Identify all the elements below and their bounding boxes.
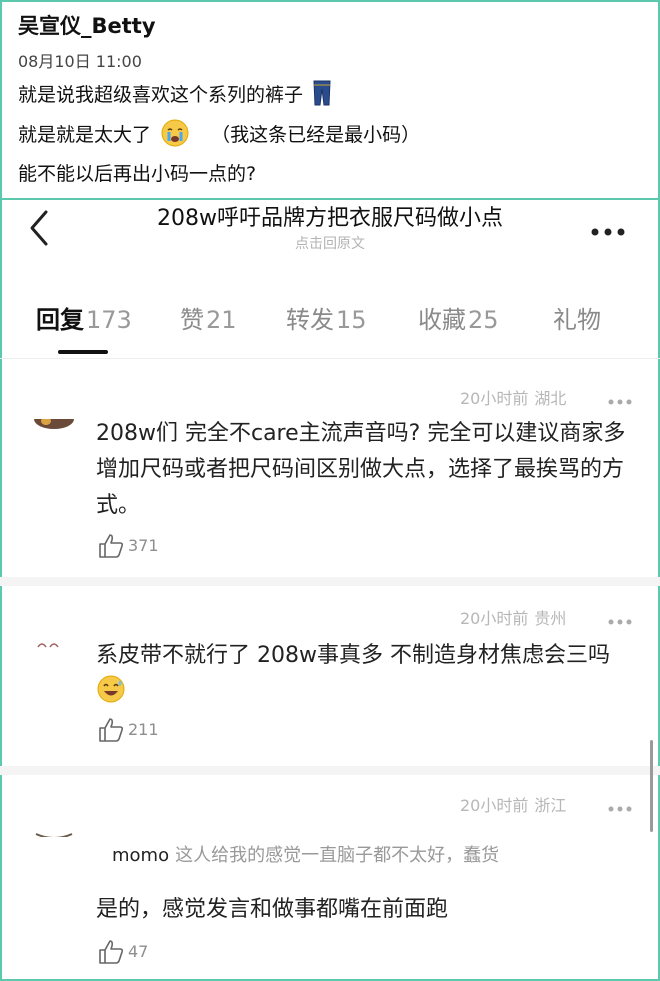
like-button[interactable]: 371 bbox=[98, 533, 178, 559]
quoted-reply[interactable]: momo 这人给我的感觉一直脑子都不太好，蠢货 bbox=[112, 841, 499, 867]
tab-likes-count: 21 bbox=[206, 306, 237, 334]
tab-reposts[interactable]: 转发15 bbox=[286, 300, 367, 335]
comment-item: 20小时前 浙江 momo 这人给我的感觉一直脑子都不太好，蠢货 是的，感觉发言和做… bbox=[0, 775, 660, 981]
tab-bar: 回复173 赞21 转发15 收藏25 礼物 bbox=[0, 300, 660, 340]
tab-replies[interactable]: 回复173 bbox=[36, 300, 132, 335]
post-username[interactable]: 吴宣仪_Betty bbox=[18, 10, 156, 40]
comment-item: 20小时前 湖北 208w们 完全不care主流声音吗? 完全可以建议商家多增加尺… bbox=[0, 360, 660, 575]
post-line-2: 就是就是太大了 （我这条已经是最小码） bbox=[18, 119, 420, 152]
comment-text: 是的，感觉发言和做事都嘴在前面跑 bbox=[96, 897, 449, 922]
tab-gifts-label: 礼物 bbox=[553, 306, 601, 334]
sweat-smile-icon bbox=[96, 674, 126, 716]
comment-location: 湖北 bbox=[534, 389, 567, 408]
post-time: 08月10日 11:00 bbox=[18, 52, 142, 71]
comment-meta: 20小时前 贵州 bbox=[460, 605, 566, 629]
avatar[interactable] bbox=[32, 418, 76, 432]
scrollbar[interactable] bbox=[650, 740, 653, 832]
thumbs-up-icon bbox=[98, 533, 124, 563]
original-post: 吴宣仪_Betty 08月10日 11:00 就是说我超级喜欢这个系列的裤子 就… bbox=[0, 0, 660, 198]
crying-face-icon bbox=[161, 119, 189, 152]
comment-time: 20小时前 bbox=[460, 609, 529, 628]
comment-meta: 20小时前 浙江 bbox=[460, 792, 566, 816]
quoted-reply-text: 这人给我的感觉一直脑子都不太好，蠢货 bbox=[175, 845, 500, 866]
post-line-2-text: 就是就是太大了 bbox=[18, 124, 152, 146]
post-line-1-text: 就是说我超级喜欢这个系列的裤子 bbox=[18, 84, 304, 106]
comment-more-icon[interactable] bbox=[607, 798, 633, 812]
active-tab-indicator bbox=[58, 350, 108, 354]
avatar[interactable] bbox=[32, 638, 76, 652]
thumbs-up-icon bbox=[98, 939, 124, 969]
post-line-1: 就是说我超级喜欢这个系列的裤子 bbox=[18, 80, 331, 111]
like-count: 371 bbox=[128, 536, 159, 555]
tab-favorites[interactable]: 收藏25 bbox=[418, 300, 499, 335]
comment-separator bbox=[0, 577, 660, 586]
comment-location: 贵州 bbox=[534, 609, 567, 628]
like-button[interactable]: 47 bbox=[98, 939, 178, 965]
page-title: 208w呼吁品牌方把衣服尺码做小点 bbox=[157, 206, 503, 231]
comment-text: 系皮带不就行了 208w事真多 不制造身材焦虑会三吗 bbox=[96, 638, 636, 716]
tab-favorites-label: 收藏 bbox=[418, 306, 466, 334]
comment-more-icon[interactable] bbox=[607, 611, 633, 625]
comment-text: 208w们 完全不care主流声音吗? 完全可以建议商家多增加尺码或者把尺码间区… bbox=[96, 421, 626, 518]
jeans-icon bbox=[313, 80, 331, 111]
tabs-divider bbox=[0, 358, 660, 359]
avatar[interactable] bbox=[32, 827, 76, 837]
comment-item: 20小时前 贵州 系皮带不就行了 208w事真多 不制造身材焦虑会三吗 211 bbox=[0, 586, 660, 766]
comment-more-icon[interactable] bbox=[607, 391, 633, 405]
comment-time: 20小时前 bbox=[460, 796, 529, 815]
tab-replies-label: 回复 bbox=[36, 306, 84, 334]
quoted-reply-author: momo bbox=[112, 845, 170, 866]
view-original-link[interactable]: 点击回原文 bbox=[0, 233, 660, 253]
tab-likes[interactable]: 赞21 bbox=[180, 300, 237, 335]
comment-separator bbox=[0, 766, 660, 775]
tab-favorites-count: 25 bbox=[468, 306, 499, 334]
thumbs-up-icon bbox=[98, 717, 124, 747]
post-line-2-note: （我这条已经是最小码） bbox=[211, 124, 421, 146]
comment-text-content: 系皮带不就行了 208w事真多 不制造身材焦虑会三吗 bbox=[96, 643, 610, 668]
more-options-icon[interactable] bbox=[590, 222, 628, 236]
comment-meta: 20小时前 湖北 bbox=[460, 385, 566, 409]
comment-time: 20小时前 bbox=[460, 389, 529, 408]
like-count: 47 bbox=[128, 942, 149, 961]
tab-replies-count: 173 bbox=[86, 306, 132, 334]
tab-likes-label: 赞 bbox=[180, 306, 204, 334]
tab-reposts-label: 转发 bbox=[286, 306, 334, 334]
like-count: 211 bbox=[128, 720, 159, 739]
post-line-3: 能不能以后再出小码一点的? bbox=[18, 163, 257, 185]
tab-reposts-count: 15 bbox=[336, 306, 367, 334]
like-button[interactable]: 211 bbox=[98, 717, 178, 743]
comment-location: 浙江 bbox=[534, 796, 567, 815]
tab-gifts[interactable]: 礼物 bbox=[553, 300, 601, 335]
